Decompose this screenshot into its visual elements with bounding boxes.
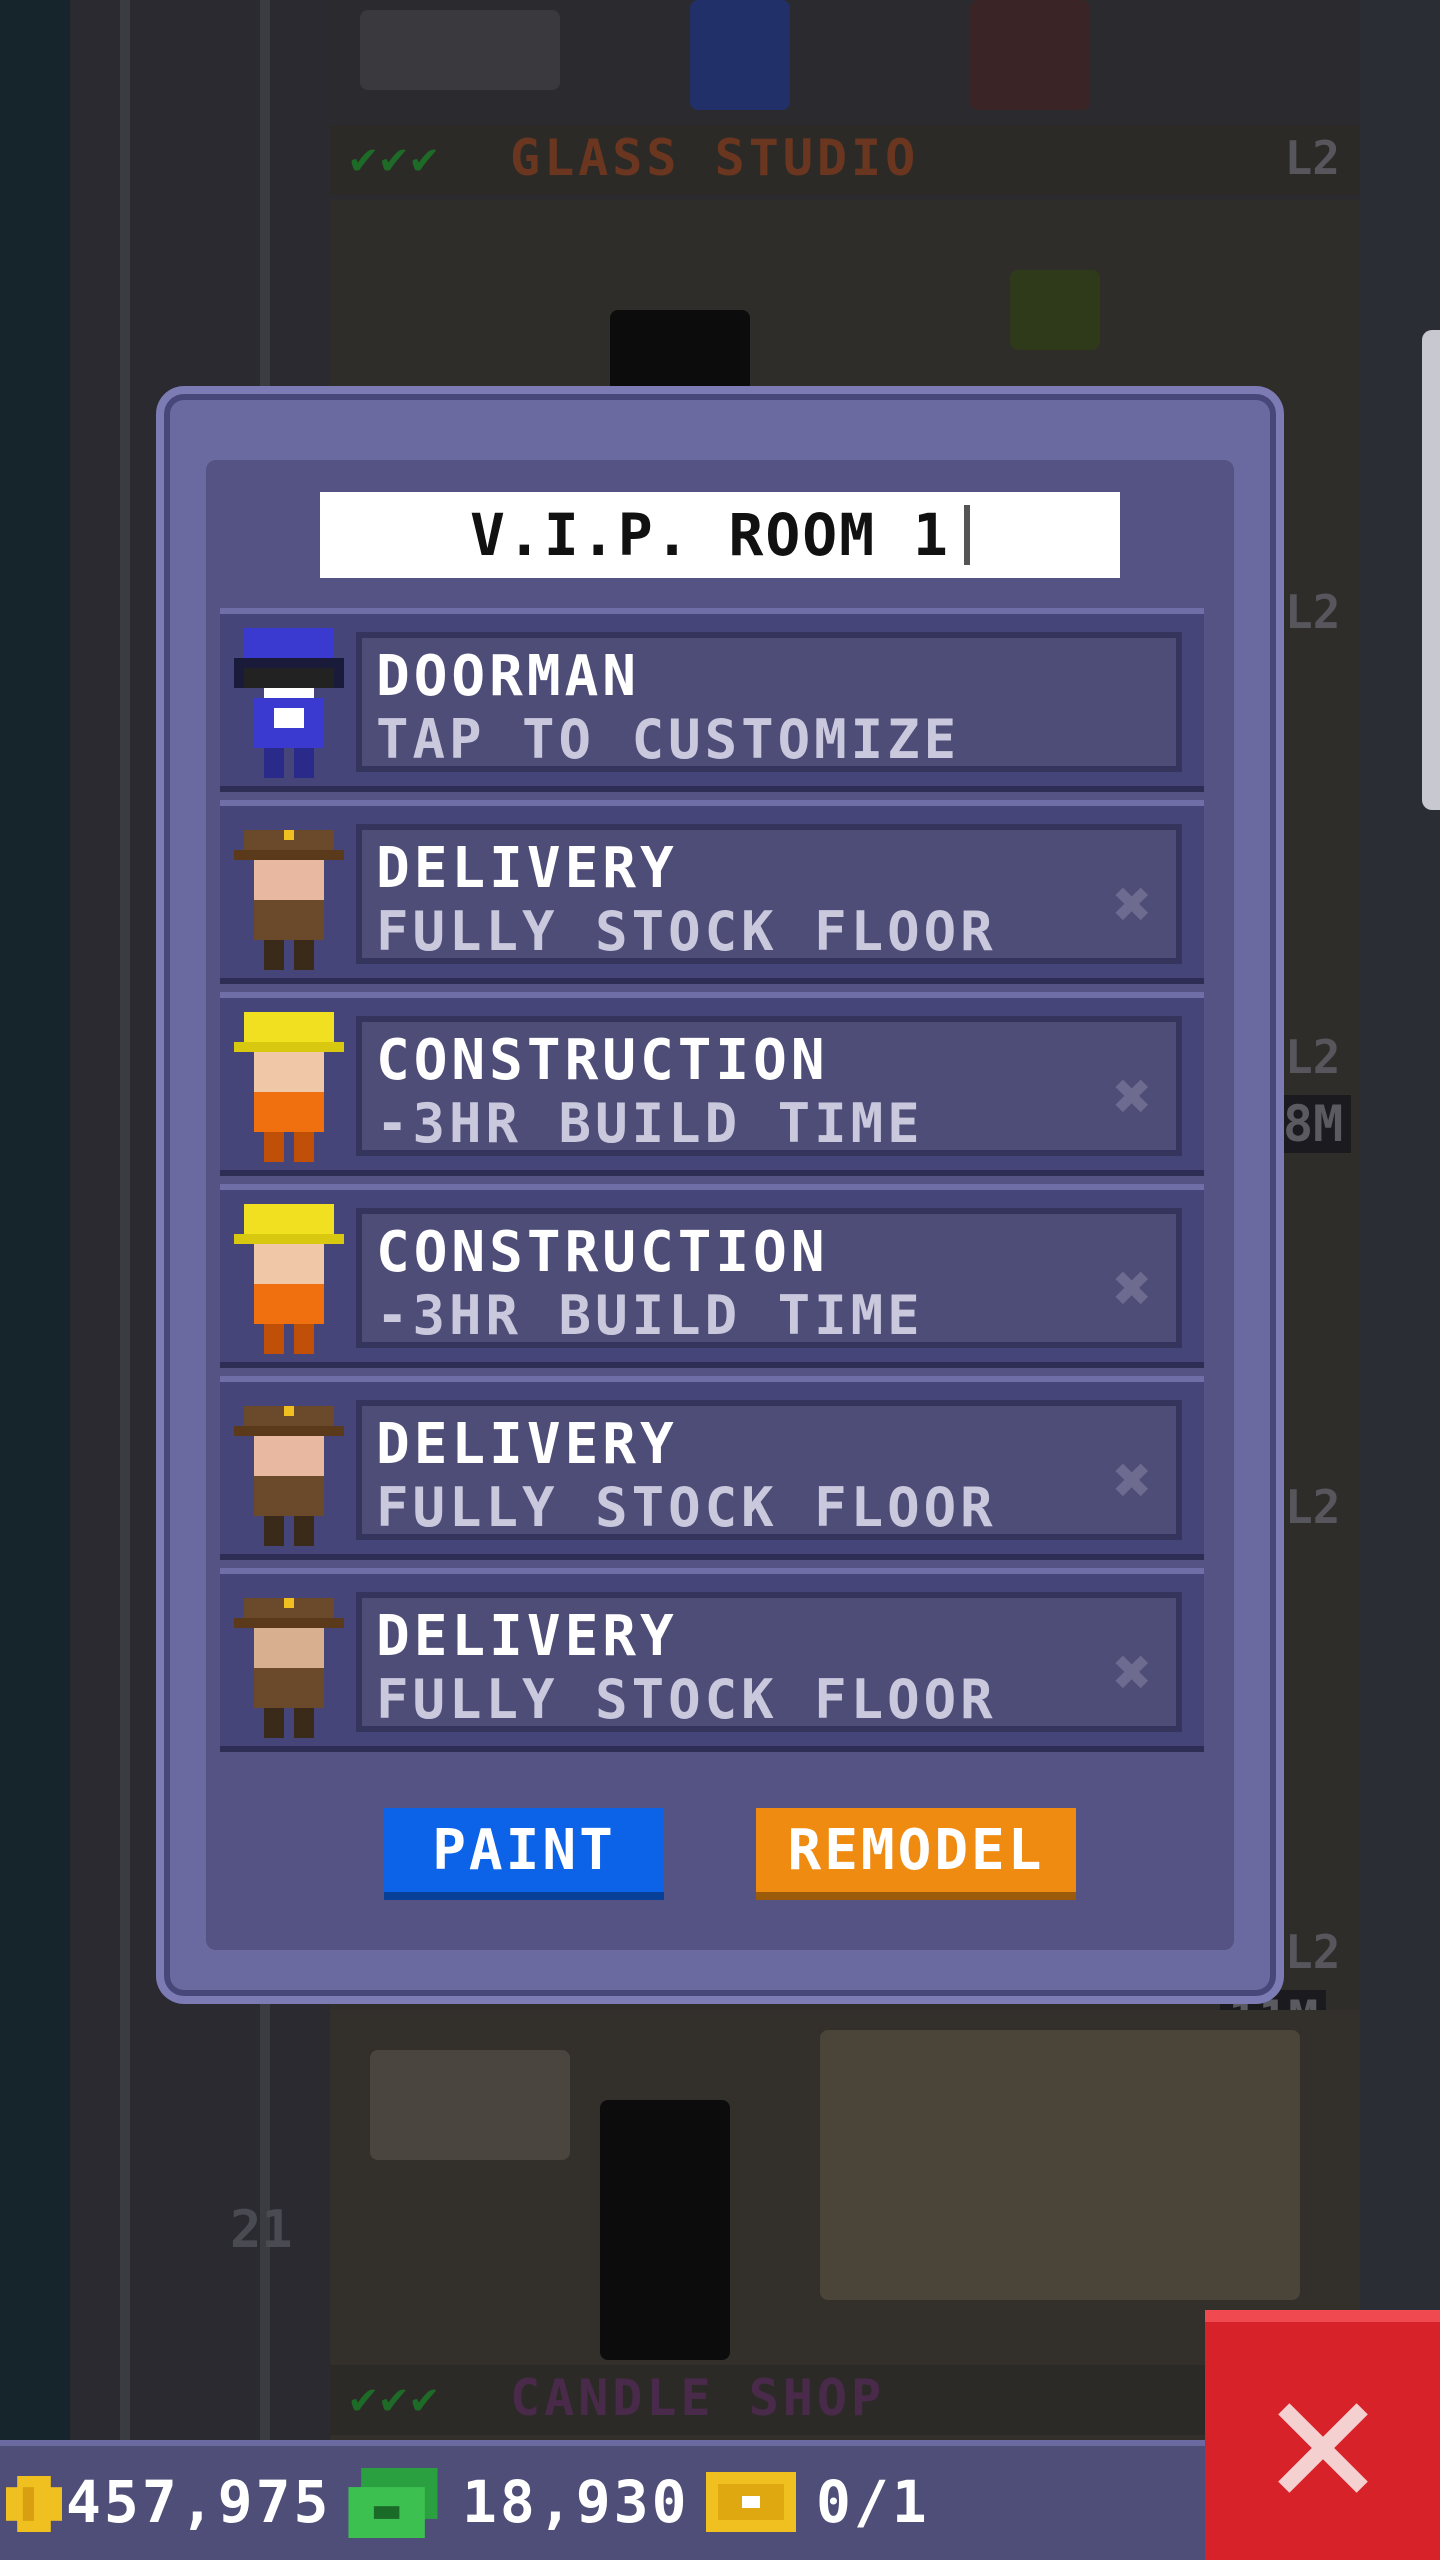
elevator-floor-number: 21: [230, 2200, 293, 2260]
floor-stars: ✔✔✔: [350, 133, 442, 184]
remove-worker-icon[interactable]: ✖: [1113, 1252, 1152, 1326]
vip-ticket-icon: [706, 2472, 796, 2532]
construction-avatar-icon: [234, 1012, 344, 1162]
worker-card[interactable]: DOORMAN TAP TO CUSTOMIZE: [356, 632, 1182, 772]
scroll-handle[interactable]: [1422, 330, 1440, 810]
coin-count: 457,975: [66, 2468, 332, 2536]
remove-worker-icon[interactable]: ✖: [1113, 1060, 1152, 1134]
worker-title: DELIVERY: [376, 836, 678, 901]
left-shaft: [0, 0, 70, 2440]
floor-name: CANDLE SHOP: [510, 2369, 886, 2427]
remodel-button[interactable]: REMODEL: [756, 1808, 1076, 1900]
delivery-avatar-icon: [234, 1598, 344, 1738]
worker-row[interactable]: DOORMAN TAP TO CUSTOMIZE: [220, 608, 1204, 792]
worker-row[interactable]: CONSTRUCTION -3HR BUILD TIME ✖: [220, 1184, 1204, 1368]
worker-description: -3HR BUILD TIME: [376, 1284, 924, 1347]
worker-title: CONSTRUCTION: [376, 1220, 829, 1285]
construction-avatar-icon: [234, 1204, 344, 1354]
close-button[interactable]: [1205, 2310, 1440, 2560]
worker-description: -3HR BUILD TIME: [376, 1092, 924, 1155]
bux-count: 18,930: [462, 2468, 690, 2536]
worker-card[interactable]: DELIVERY FULLY STOCK FLOOR ✖: [356, 1400, 1182, 1540]
coin-icon: [6, 2476, 62, 2532]
floor-level: L2: [1284, 131, 1340, 185]
remove-worker-icon[interactable]: ✖: [1113, 868, 1152, 942]
worker-title: DELIVERY: [376, 1604, 678, 1669]
worker-card[interactable]: DELIVERY FULLY STOCK FLOOR ✖: [356, 824, 1182, 964]
worker-title: DELIVERY: [376, 1412, 678, 1477]
room-name-field[interactable]: V.I.P. ROOM 1: [320, 492, 1120, 578]
room-name-text: V.I.P. ROOM 1: [470, 501, 950, 569]
paint-button[interactable]: PAINT: [384, 1808, 664, 1900]
worker-row[interactable]: DELIVERY FULLY STOCK FLOOR ✖: [220, 800, 1204, 984]
doorman-avatar-icon: [234, 628, 344, 778]
worker-card[interactable]: CONSTRUCTION -3HR BUILD TIME ✖: [356, 1208, 1182, 1348]
side-level: L2: [1285, 1030, 1341, 1084]
vip-count: 0/1: [816, 2468, 930, 2536]
worker-row[interactable]: DELIVERY FULLY STOCK FLOOR ✖: [220, 1376, 1204, 1560]
delivery-avatar-icon: [234, 1406, 344, 1546]
remove-worker-icon[interactable]: ✖: [1113, 1636, 1152, 1710]
floor-stars: ✔✔✔: [350, 2373, 442, 2424]
floor-name: GLASS STUDIO: [510, 129, 920, 187]
worker-row[interactable]: DELIVERY FULLY STOCK FLOOR ✖: [220, 1568, 1204, 1752]
worker-card[interactable]: DELIVERY FULLY STOCK FLOOR ✖: [356, 1592, 1182, 1732]
floor-glass-studio[interactable]: ✔✔✔ GLASS STUDIO L2: [330, 0, 1360, 200]
worker-title: DOORMAN: [376, 644, 641, 709]
worker-card[interactable]: CONSTRUCTION -3HR BUILD TIME ✖: [356, 1016, 1182, 1156]
remove-worker-icon[interactable]: ✖: [1113, 1444, 1152, 1518]
delivery-avatar-icon: [234, 830, 344, 970]
side-level: L2: [1285, 585, 1341, 639]
side-level: L2: [1285, 1480, 1341, 1534]
worker-description: FULLY STOCK FLOOR: [376, 900, 997, 963]
worker-description: FULLY STOCK FLOOR: [376, 1668, 997, 1731]
side-level: L2: [1285, 1925, 1341, 1979]
worker-row[interactable]: CONSTRUCTION -3HR BUILD TIME ✖: [220, 992, 1204, 1176]
worker-title: CONSTRUCTION: [376, 1028, 829, 1093]
worker-description: FULLY STOCK FLOOR: [376, 1476, 997, 1539]
text-caret: [963, 505, 970, 565]
worker-description: TAP TO CUSTOMIZE: [376, 708, 961, 771]
close-icon: [1278, 2403, 1368, 2493]
bux-icon: [348, 2468, 438, 2538]
income-badge: 8M: [1275, 1095, 1352, 1153]
